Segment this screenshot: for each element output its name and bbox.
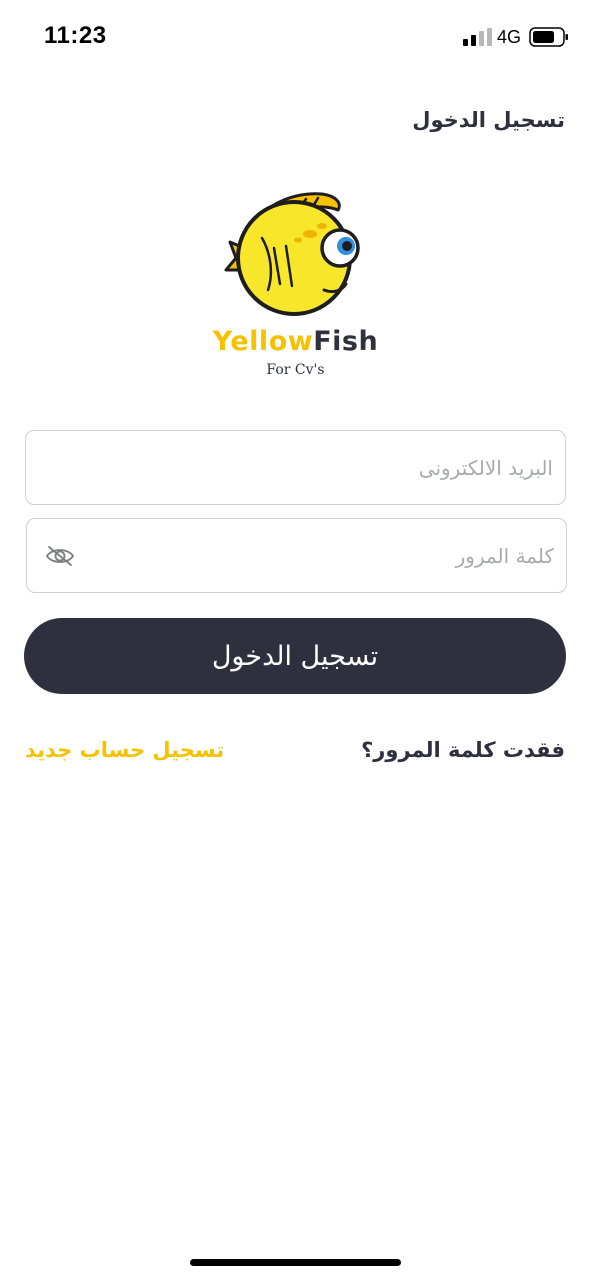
eye-off-icon[interactable] xyxy=(45,543,75,569)
network-label: 4G xyxy=(497,27,522,47)
email-field-container xyxy=(25,430,566,505)
logo-word-dark: Fish xyxy=(313,326,379,357)
password-field-container xyxy=(26,518,567,593)
signal-icon xyxy=(463,28,492,46)
logo-subtitle: For Cv's xyxy=(266,362,325,378)
email-field[interactable] xyxy=(26,431,565,504)
home-indicator[interactable] xyxy=(190,1259,401,1266)
password-field[interactable] xyxy=(27,519,566,592)
register-link[interactable]: تسجيل حساب جديد xyxy=(25,738,224,762)
logo-wordmark: YellowFish xyxy=(0,326,591,357)
login-button[interactable]: تسجيل الدخول xyxy=(24,618,566,694)
page-title: تسجيل الدخول xyxy=(412,108,565,132)
fish-logo xyxy=(224,192,360,316)
battery-icon xyxy=(529,27,568,47)
status-time: 11:23 xyxy=(44,22,107,49)
forgot-password-link[interactable]: فقدت كلمة المرور؟ xyxy=(361,738,565,762)
logo-word-yellow: Yellow xyxy=(212,326,314,357)
